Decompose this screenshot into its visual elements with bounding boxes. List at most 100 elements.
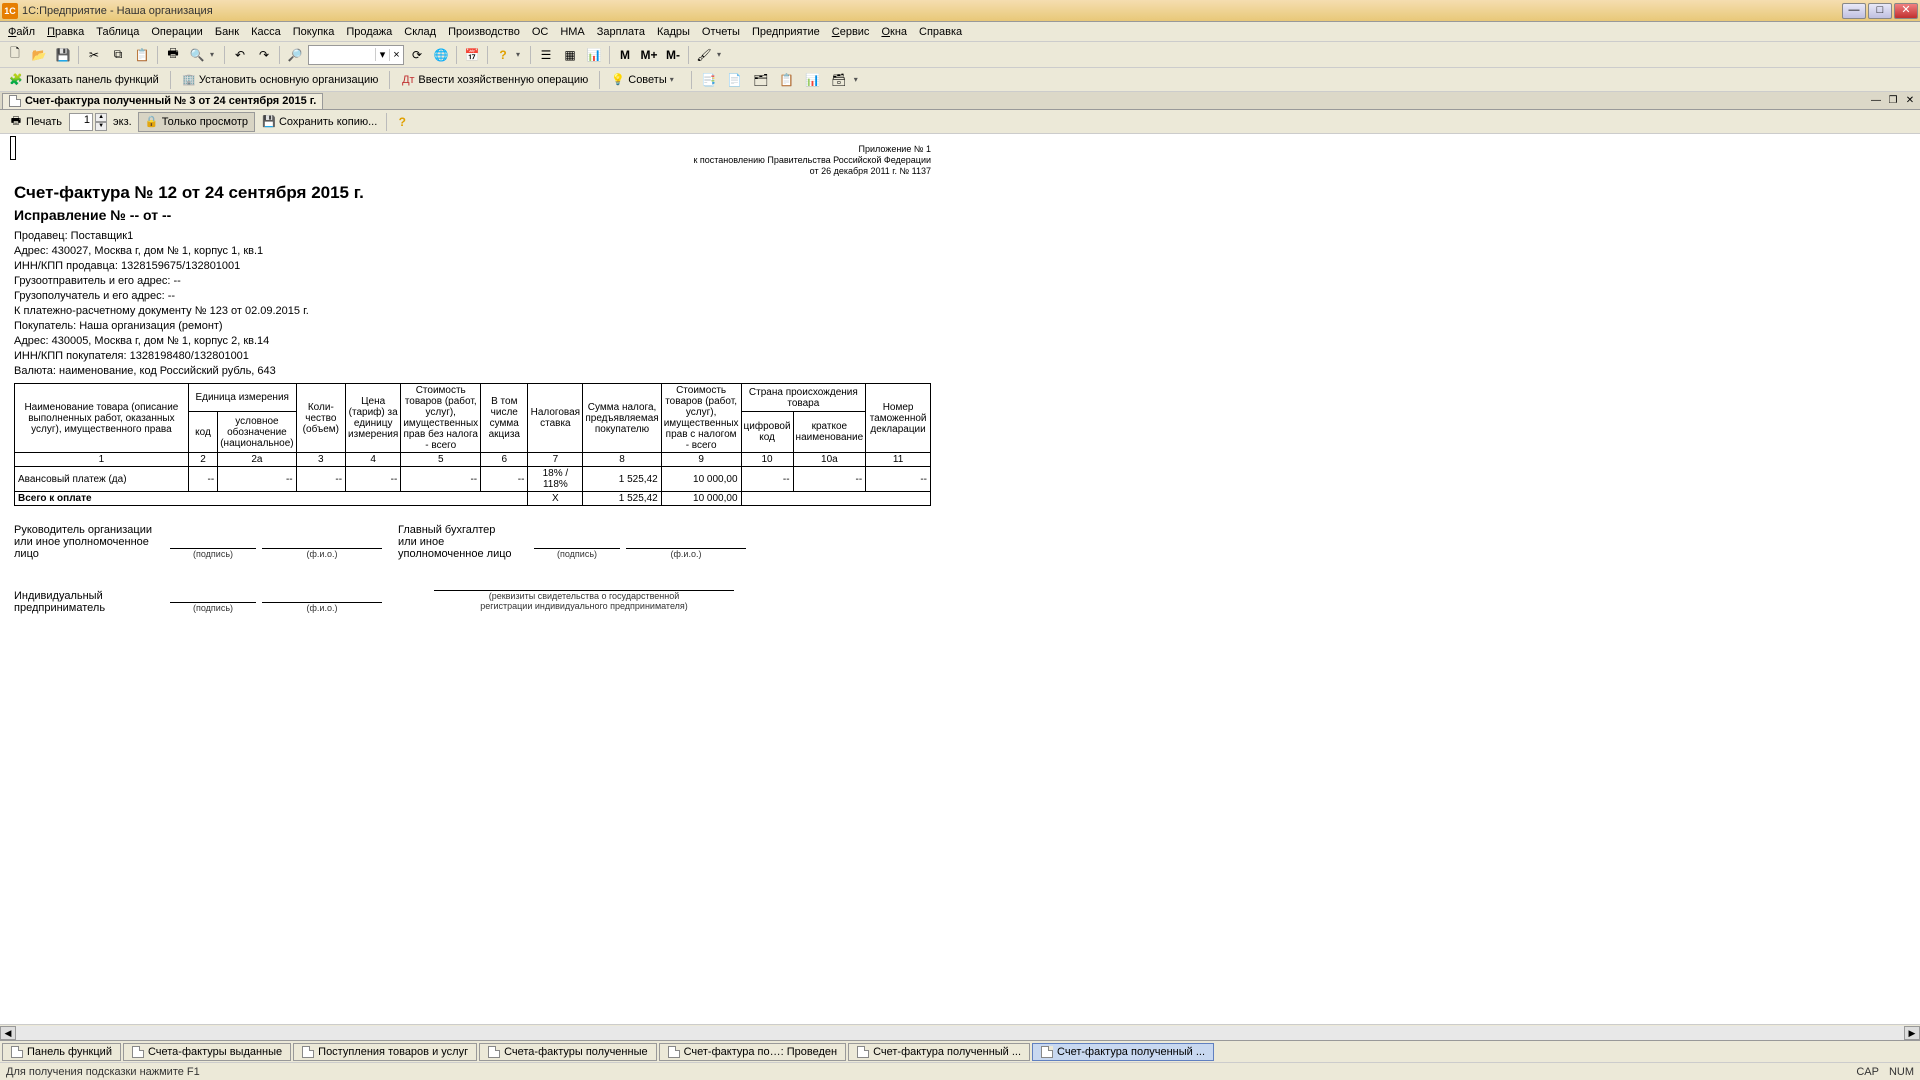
mdi-restore-icon[interactable]: ❐ — [1885, 94, 1901, 108]
search-icon[interactable]: 🔎 — [284, 44, 306, 66]
menu-bar: Файл Правка Таблица Операции Банк Касса … — [0, 22, 1920, 42]
m-icon[interactable]: M — [614, 44, 636, 66]
horizontal-scrollbar[interactable]: ◀ ▶ — [0, 1024, 1920, 1040]
print-button[interactable]: 🖶 Печать — [4, 112, 67, 132]
maximize-button[interactable]: □ — [1868, 3, 1892, 19]
window-tabs: Панель функций Счета-фактуры выданные По… — [0, 1040, 1920, 1062]
menu-os[interactable]: ОС — [526, 24, 555, 40]
menu-sell[interactable]: Продажа — [340, 24, 398, 40]
menu-salary[interactable]: Зарплата — [591, 24, 651, 40]
invoice-subtitle: Исправление № -- от -- — [14, 207, 931, 223]
scroll-track[interactable] — [16, 1026, 1904, 1040]
document-icon — [11, 1046, 23, 1058]
tab-invoice-posted[interactable]: Счет-фактура по…: Проведен — [659, 1043, 846, 1061]
document-icon — [1041, 1046, 1053, 1058]
dropdown-icon[interactable]: ▾ — [210, 50, 220, 59]
menu-edit[interactable]: Правка — [41, 24, 90, 40]
report4-icon[interactable]: 📋 — [776, 69, 798, 91]
close-button[interactable]: ✕ — [1894, 3, 1918, 19]
document-icon — [132, 1046, 144, 1058]
preview-icon[interactable]: 🔍 — [186, 44, 208, 66]
calendar-icon[interactable]: 📅 — [461, 44, 483, 66]
cut-icon[interactable]: ✂ — [83, 44, 105, 66]
report2-icon[interactable]: 📄 — [724, 69, 746, 91]
minimize-button[interactable]: — — [1842, 3, 1866, 19]
menu-buy[interactable]: Покупка — [287, 24, 341, 40]
menu-windows[interactable]: Окна — [875, 24, 913, 40]
tab-received-invoices[interactable]: Счета-фактуры полученные — [479, 1043, 657, 1061]
refresh-icon[interactable]: ⟳ — [406, 44, 428, 66]
help-icon[interactable]: ? — [492, 44, 514, 66]
seller-info: Продавец: Поставщик1 Адрес: 430027, Моск… — [14, 229, 931, 379]
menu-bank[interactable]: Банк — [209, 24, 245, 40]
mdi-close-icon[interactable]: ✕ — [1902, 94, 1918, 108]
report5-icon[interactable]: 📊 — [802, 69, 824, 91]
document-area[interactable]: Приложение № 1 к постановлению Правитель… — [0, 134, 1920, 1024]
menu-reports[interactable]: Отчеты — [696, 24, 746, 40]
paste-icon[interactable]: 📋 — [131, 44, 153, 66]
report3-icon[interactable]: 🗂 — [750, 69, 772, 91]
menu-ops[interactable]: Операции — [145, 24, 208, 40]
undo-icon[interactable]: ↶ — [229, 44, 251, 66]
menu-enterprise[interactable]: Предприятие — [746, 24, 826, 40]
menu-nma[interactable]: НМА — [554, 24, 590, 40]
enter-op-button[interactable]: Дт Ввести хозяйственную операцию — [396, 70, 593, 90]
appendix-block: Приложение № 1 к постановлению Правитель… — [14, 144, 931, 177]
new-icon[interactable]: 🗋 — [4, 44, 26, 66]
help2-icon[interactable]: ? — [391, 111, 413, 133]
redo-icon[interactable]: ↷ — [253, 44, 275, 66]
report1-icon[interactable]: 📑 — [698, 69, 720, 91]
combo-arrow-icon[interactable]: ▾ — [375, 48, 389, 61]
scroll-left-icon[interactable]: ◀ — [0, 1026, 16, 1040]
menu-kassa[interactable]: Касса — [245, 24, 287, 40]
menu-stock[interactable]: Склад — [398, 24, 442, 40]
show-panel-button[interactable]: 🧩 Показать панель функций — [4, 70, 164, 90]
status-text: Для получения подсказки нажмите F1 — [6, 1066, 200, 1078]
document-toolbar: 🖶 Печать 1 ▲ ▼ экз. 🔒 Только просмотр 💾 … — [0, 110, 1920, 134]
copies-input[interactable]: 1 — [69, 113, 93, 131]
world-icon[interactable]: 🌐 — [430, 44, 452, 66]
viewonly-toggle[interactable]: 🔒 Только просмотр — [138, 112, 255, 132]
mplus-icon[interactable]: M+ — [638, 44, 660, 66]
mminus-icon[interactable]: M- — [662, 44, 684, 66]
mdi-minimize-icon[interactable]: — — [1868, 94, 1884, 108]
copy-icon[interactable]: ⧉ — [107, 44, 129, 66]
dropdown-icon[interactable]: ▾ — [717, 50, 727, 59]
menu-prod[interactable]: Производство — [442, 24, 526, 40]
set-org-button[interactable]: 🏢 Установить основную организацию — [177, 70, 384, 90]
open-icon[interactable]: 📂 — [28, 44, 50, 66]
document-icon — [9, 95, 21, 107]
menu-help[interactable]: Справка — [913, 24, 968, 40]
spin-down-icon[interactable]: ▼ — [95, 122, 107, 131]
scroll-right-icon[interactable]: ▶ — [1904, 1026, 1920, 1040]
combo-clear-icon[interactable]: × — [389, 49, 403, 61]
tab-receipts[interactable]: Поступления товаров и услуг — [293, 1043, 477, 1061]
tab-invoice-received-1[interactable]: Счет-фактура полученный ... — [848, 1043, 1030, 1061]
brush-icon[interactable]: 🖌 — [693, 44, 715, 66]
menu-hr[interactable]: Кадры — [651, 24, 696, 40]
spin-up-icon[interactable]: ▲ — [95, 113, 107, 122]
tab-issued-invoices[interactable]: Счета-фактуры выданные — [123, 1043, 291, 1061]
menu-service[interactable]: Сервис — [826, 24, 876, 40]
table-icon[interactable]: ▦ — [559, 44, 581, 66]
dropdown-icon[interactable]: ▾ — [854, 75, 864, 84]
panel-icon: 🧩 — [9, 73, 23, 87]
tab-panel-functions[interactable]: Панель функций — [2, 1043, 121, 1061]
list-icon[interactable]: ☰ — [535, 44, 557, 66]
save-copy-button[interactable]: 💾 Сохранить копию... — [257, 112, 382, 132]
text-cursor — [10, 136, 16, 160]
signature-ip-row: Индивидуальный предприниматель (подпись)… — [14, 588, 931, 614]
search-combo[interactable]: ▾ × — [308, 45, 404, 65]
title-bar: 1C 1С:Предприятие - Наша организация — □… — [0, 0, 1920, 22]
dropdown-icon[interactable]: ▾ — [516, 50, 526, 59]
chart-icon[interactable]: 📊 — [583, 44, 605, 66]
save-icon[interactable]: 💾 — [52, 44, 74, 66]
tab-invoice-received-2[interactable]: Счет-фактура полученный ... — [1032, 1043, 1214, 1061]
menu-file[interactable]: Файл — [2, 24, 41, 40]
report6-icon[interactable]: 🗃 — [828, 69, 850, 91]
document-tab[interactable]: Счет-фактура полученный № 3 от 24 сентяб… — [2, 93, 323, 109]
dropdown-icon[interactable]: ▾ — [670, 75, 680, 84]
menu-table[interactable]: Таблица — [90, 24, 145, 40]
print-icon[interactable]: 🖶 — [162, 44, 184, 66]
tips-button[interactable]: 💡 Советы ▾ — [606, 70, 684, 90]
